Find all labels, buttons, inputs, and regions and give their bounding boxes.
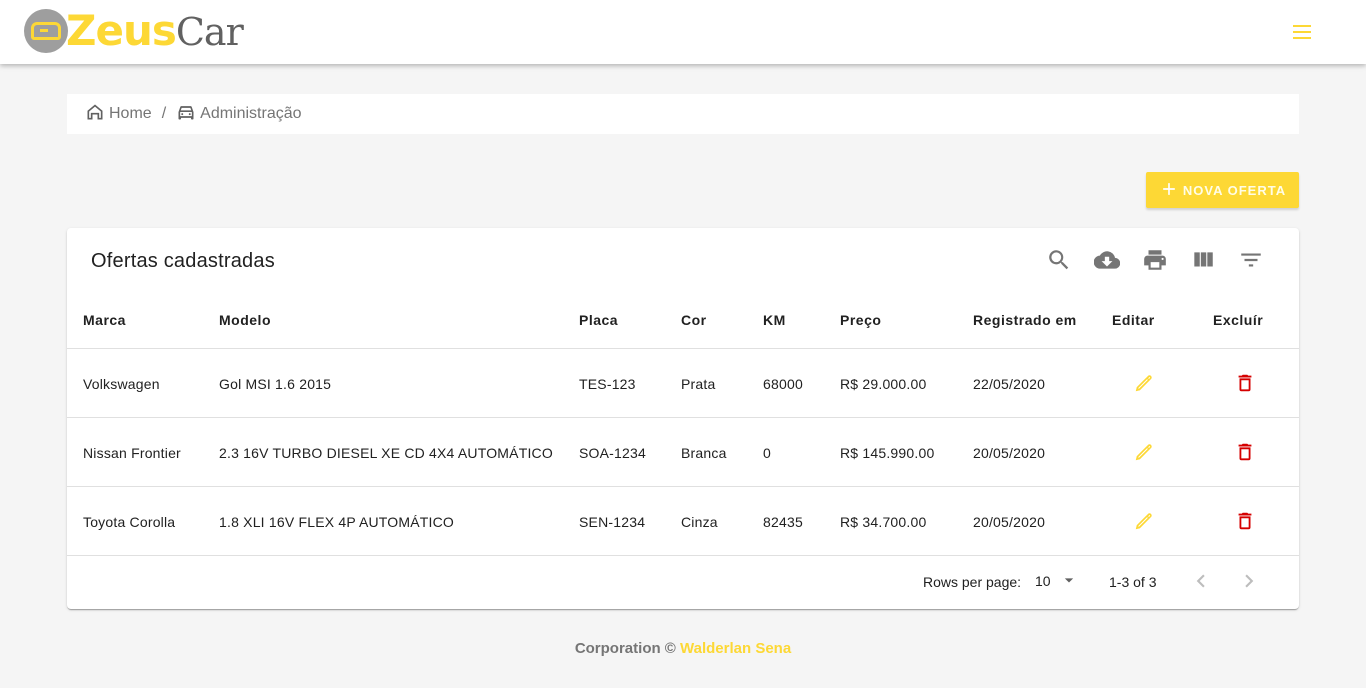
column-header-marca[interactable]: Marca <box>83 312 126 328</box>
column-header-excluir[interactable]: Excluír <box>1213 312 1263 328</box>
breadcrumb: Home / Administração <box>67 94 1299 134</box>
chevron-right-icon[interactable] <box>1236 568 1262 594</box>
logo-car-icon <box>24 9 68 53</box>
menu-icon[interactable] <box>1288 18 1316 46</box>
cell-cor: Cinza <box>681 514 718 530</box>
cell-placa: SOA-1234 <box>579 445 646 461</box>
new-offer-button[interactable]: Nova oferta <box>1146 172 1299 208</box>
pencil-icon[interactable] <box>1133 510 1155 532</box>
new-offer-label: Nova oferta <box>1182 182 1287 198</box>
cell-registrado: 20/05/2020 <box>973 445 1046 461</box>
cell-cor: Prata <box>681 376 716 392</box>
cell-modelo: 2.3 16V TURBO DIESEL XE CD 4X4 AUTOMÁTIC… <box>219 445 553 461</box>
cell-km: 0 <box>763 445 771 461</box>
cell-registrado: 22/05/2020 <box>973 376 1046 392</box>
column-header-registrado[interactable]: Registrado em <box>973 312 1077 328</box>
table-title: Ofertas cadastradas <box>91 250 275 272</box>
footer: Corporation © Walderlan Sena <box>0 640 1366 657</box>
view-columns-icon[interactable] <box>1190 247 1216 273</box>
home-icon <box>85 102 105 127</box>
column-header-editar[interactable]: Editar <box>1112 312 1155 328</box>
pagination-range: 1-3 of 3 <box>1109 574 1157 590</box>
column-header-placa[interactable]: Placa <box>579 312 618 328</box>
cell-cor: Branca <box>681 445 727 461</box>
cell-placa: SEN-1234 <box>579 514 646 530</box>
cell-preco: R$ 145.990.00 <box>840 445 935 461</box>
column-header-km[interactable]: KM <box>763 312 786 328</box>
offers-table-card: Ofertas cadastradas Marca Modelo Placa C… <box>67 228 1299 609</box>
cell-registrado: 20/05/2020 <box>973 514 1046 530</box>
breadcrumb-home[interactable]: Home <box>85 102 152 127</box>
divider <box>67 486 1299 487</box>
cell-km: 68000 <box>763 376 803 392</box>
breadcrumb-separator: / <box>161 105 167 122</box>
cell-preco: R$ 29.000.00 <box>840 376 927 392</box>
pencil-icon[interactable] <box>1133 441 1155 463</box>
chevron-left-icon[interactable] <box>1188 568 1214 594</box>
footer-text: Corporation © <box>574 640 676 657</box>
logo-name-part2: Car <box>175 9 244 54</box>
divider <box>67 348 1299 349</box>
logo[interactable]: Zeus Car <box>24 5 244 55</box>
footer-author-link[interactable]: Walderlan Sena <box>680 640 791 657</box>
trash-icon[interactable] <box>1234 510 1256 532</box>
caret-down-icon <box>1059 570 1079 593</box>
cell-km: 82435 <box>763 514 803 530</box>
cell-modelo: Gol MSI 1.6 2015 <box>219 376 332 392</box>
search-icon[interactable] <box>1046 247 1072 273</box>
trash-icon[interactable] <box>1234 372 1256 394</box>
print-icon[interactable] <box>1142 247 1168 273</box>
cell-preco: R$ 34.700.00 <box>840 514 927 530</box>
cell-marca: Nissan Frontier <box>83 445 181 461</box>
car-icon <box>176 102 196 127</box>
column-header-preco[interactable]: Preço <box>840 312 881 328</box>
filter-icon[interactable] <box>1238 247 1264 273</box>
divider <box>67 417 1299 418</box>
logo-text: Zeus Car <box>66 5 244 55</box>
breadcrumb-administracao[interactable]: Administração <box>176 102 302 127</box>
breadcrumb-home-label: Home <box>109 105 152 122</box>
column-header-cor[interactable]: Cor <box>681 312 707 328</box>
trash-icon[interactable] <box>1234 441 1256 463</box>
cell-marca: Volkswagen <box>83 376 160 392</box>
app-bar: Zeus Car <box>0 0 1366 64</box>
column-header-modelo[interactable]: Modelo <box>219 312 271 328</box>
cell-modelo: 1.8 XLI 16V FLEX 4P AUTOMÁTICO <box>219 514 455 530</box>
plus-icon <box>1159 179 1179 202</box>
download-icon[interactable] <box>1093 247 1121 273</box>
cell-placa: TES-123 <box>579 376 636 392</box>
rows-per-page-select[interactable]: 10 <box>1035 568 1075 594</box>
pencil-icon[interactable] <box>1133 372 1155 394</box>
breadcrumb-administracao-label: Administração <box>200 105 302 122</box>
divider <box>67 555 1299 556</box>
logo-name-part1: Zeus <box>66 5 177 55</box>
cell-marca: Toyota Corolla <box>83 514 176 530</box>
rows-per-page-label: Rows per page: <box>923 574 1022 590</box>
rows-per-page-value: 10 <box>1035 573 1051 589</box>
